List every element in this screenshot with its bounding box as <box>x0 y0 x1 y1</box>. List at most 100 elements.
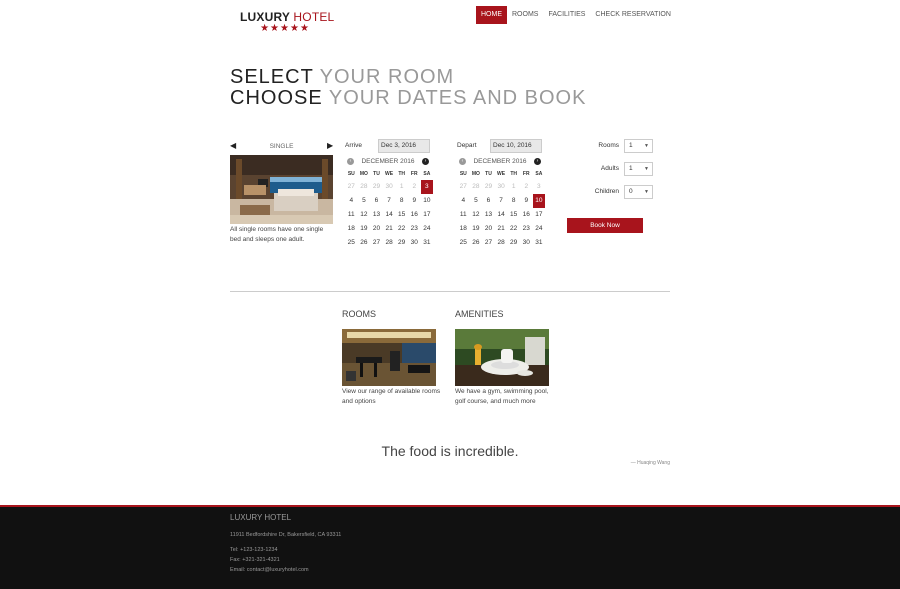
calendar-day[interactable]: 31 <box>533 236 546 250</box>
adults-select[interactable]: 1 ▼ <box>624 161 653 176</box>
calendar-day[interactable]: 3 <box>533 180 546 194</box>
calendar-day[interactable]: 5 <box>358 194 371 208</box>
calendar-day[interactable]: 20 <box>370 222 383 236</box>
calendar-day[interactable]: 17 <box>421 208 434 222</box>
calendar-day[interactable]: 20 <box>482 222 495 236</box>
calendar-day[interactable]: 16 <box>520 208 533 222</box>
calendar-day[interactable]: 22 <box>395 222 408 236</box>
calendar-day[interactable]: 16 <box>408 208 421 222</box>
book-now-button[interactable]: Book Now <box>567 218 643 233</box>
calendar-day[interactable]: 5 <box>470 194 483 208</box>
calendar-day[interactable]: 2 <box>520 180 533 194</box>
calendar-day[interactable]: 25 <box>457 236 470 250</box>
calendar-day[interactable]: 4 <box>345 194 358 208</box>
rooms-select[interactable]: 1 ▼ <box>624 138 653 153</box>
nav-facilities[interactable]: FACILITIES <box>543 6 590 24</box>
prev-room-icon[interactable]: ◀ <box>230 142 236 150</box>
calendar-day[interactable]: 13 <box>482 208 495 222</box>
calendar-day[interactable]: 29 <box>395 236 408 250</box>
weekday-header: TU <box>485 171 492 177</box>
calendar-day[interactable]: 17 <box>533 208 546 222</box>
calendar-day[interactable]: 30 <box>495 180 508 194</box>
calendar-day[interactable]: 11 <box>457 208 470 222</box>
prev-month-icon[interactable]: ‹ <box>459 157 466 165</box>
calendar-day[interactable]: 13 <box>370 208 383 222</box>
depart-month-label: DECEMBER 2016 <box>473 157 527 165</box>
calendar-day[interactable]: 30 <box>383 180 396 194</box>
selected-day[interactable]: 3 <box>420 180 434 194</box>
calendar-day[interactable]: 27 <box>370 236 383 250</box>
calendar-day[interactable]: 27 <box>482 236 495 250</box>
prev-month-icon[interactable]: ‹ <box>347 157 354 165</box>
calendar-day[interactable]: 22 <box>507 222 520 236</box>
calendar-day[interactable]: 29 <box>507 236 520 250</box>
nav-check-reservation[interactable]: CHECK RESERVATION <box>590 6 675 24</box>
calendar-day[interactable]: 6 <box>370 194 383 208</box>
calendar-day[interactable]: 9 <box>520 194 533 208</box>
calendar-day[interactable]: 28 <box>358 180 371 194</box>
logo[interactable]: LUXURY HOTEL ★★★★★ <box>240 10 334 34</box>
nav-home[interactable]: HOME <box>476 6 507 24</box>
calendar-day[interactable]: 12 <box>470 208 483 222</box>
nav-rooms[interactable]: ROOMS <box>507 6 543 24</box>
calendar-day[interactable]: 28 <box>470 180 483 194</box>
next-month-icon[interactable]: › <box>421 157 429 165</box>
calendar-day[interactable]: 11 <box>345 208 358 222</box>
calendar-day[interactable]: 27 <box>457 180 470 194</box>
calendar-day[interactable]: 23 <box>520 222 533 236</box>
calendar-day[interactable]: 2 <box>408 180 421 194</box>
calendar-day[interactable]: 9 <box>408 194 421 208</box>
calendar-day[interactable]: 14 <box>383 208 396 222</box>
amenities-feature-title[interactable]: AMENITIES <box>455 309 565 323</box>
selected-day[interactable]: 10 <box>532 194 546 208</box>
calendar-day[interactable]: 6 <box>482 194 495 208</box>
calendar-day[interactable]: 21 <box>383 222 396 236</box>
calendar-day[interactable]: 7 <box>495 194 508 208</box>
calendar-day[interactable]: 23 <box>408 222 421 236</box>
calendar-day[interactable]: 29 <box>370 180 383 194</box>
calendar-day[interactable]: 19 <box>358 222 371 236</box>
calendar-day[interactable]: 28 <box>495 236 508 250</box>
calendar-day[interactable]: 31 <box>421 236 434 250</box>
rooms-feature-title[interactable]: ROOMS <box>342 309 452 323</box>
gym-photo[interactable] <box>342 329 436 386</box>
calendar-day[interactable]: 18 <box>457 222 470 236</box>
weekday-header: FR <box>522 171 530 177</box>
calendar-day[interactable]: 25 <box>345 236 358 250</box>
next-month-icon[interactable]: › <box>533 157 541 165</box>
calendar-day[interactable]: 10 <box>421 194 434 208</box>
calendar-day[interactable]: 7 <box>383 194 396 208</box>
amenities-feature: AMENITIES We have a gym, swimming pool, … <box>455 309 565 407</box>
calendar-day[interactable]: 12 <box>358 208 371 222</box>
calendar-day[interactable]: 15 <box>507 208 520 222</box>
calendar-day[interactable]: 30 <box>520 236 533 250</box>
calendar-day[interactable]: 15 <box>395 208 408 222</box>
calendar-day[interactable]: 19 <box>470 222 483 236</box>
calendar-day[interactable]: 21 <box>495 222 508 236</box>
calendar-day[interactable]: 28 <box>383 236 396 250</box>
calendar-day[interactable]: 1 <box>507 180 520 194</box>
calendar-day[interactable]: 29 <box>482 180 495 194</box>
next-room-icon[interactable]: ▶ <box>327 142 333 150</box>
calendar-day[interactable]: 24 <box>421 222 434 236</box>
site-footer: LUXURY HOTEL 11911 Bedfordshire Dr, Bake… <box>0 505 900 589</box>
depart-date-input[interactable]: Dec 10, 2016 <box>490 138 542 153</box>
children-label: Children <box>594 188 619 195</box>
room-photo <box>230 155 333 224</box>
calendar-day[interactable]: 18 <box>345 222 358 236</box>
calendar-day[interactable]: 26 <box>470 236 483 250</box>
calendar-day[interactable]: 24 <box>533 222 546 236</box>
calendar-day[interactable]: 4 <box>457 194 470 208</box>
calendar-day[interactable]: 27 <box>345 180 358 194</box>
calendar-day[interactable]: 30 <box>408 236 421 250</box>
breakfast-photo[interactable] <box>455 329 549 386</box>
calendar-day[interactable]: 14 <box>495 208 508 222</box>
weekday-header: SU <box>347 171 355 177</box>
calendar-day[interactable]: 1 <box>395 180 408 194</box>
calendar-day[interactable]: 26 <box>358 236 371 250</box>
calendar-day[interactable]: 8 <box>507 194 520 208</box>
arrive-date-input[interactable]: Dec 3, 2016 <box>378 138 430 153</box>
children-select[interactable]: 0 ▼ <box>624 184 653 199</box>
footer-email[interactable]: Email: contact@luxuryhotel.com <box>230 567 309 573</box>
calendar-day[interactable]: 8 <box>395 194 408 208</box>
